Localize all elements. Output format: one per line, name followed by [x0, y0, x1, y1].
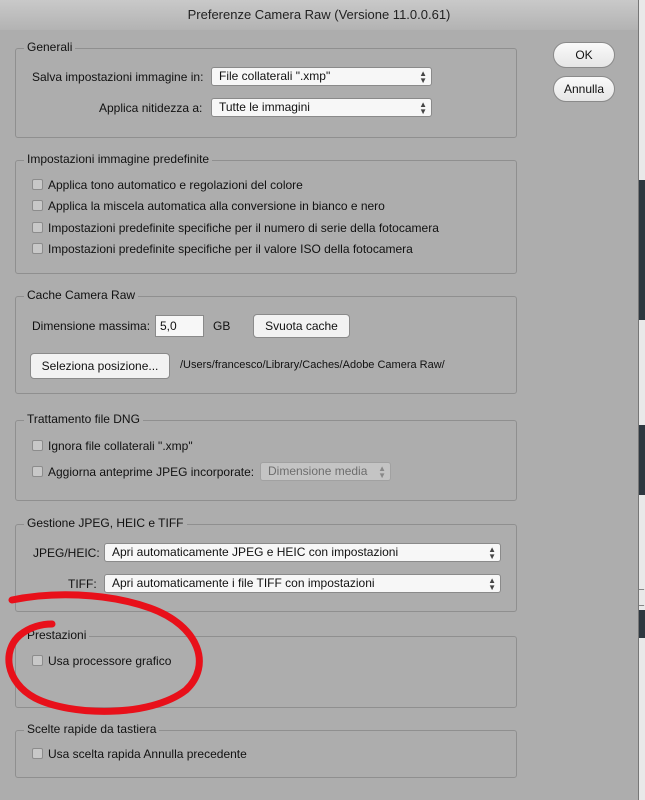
max-size-unit: GB [213, 319, 231, 333]
purge-cache-button[interactable]: Svuota cache [253, 314, 350, 338]
select-arrows-icon: ▲ ▼ [419, 69, 427, 85]
cache-group [15, 296, 517, 394]
jpeg-heic-select[interactable]: Apri automaticamente JPEG e HEIC con imp… [104, 543, 501, 562]
jpeg-tiff-group [15, 524, 517, 612]
save-settings-select[interactable]: File collaterali ".xmp" ▲ ▼ [211, 67, 432, 86]
select-arrows-icon: ▲ ▼ [488, 576, 496, 592]
performance-group [15, 636, 517, 708]
background-window-edge [638, 0, 645, 800]
camera-iso-defaults-label: Impostazioni predefinite specifiche per … [48, 242, 413, 256]
jpeg-heic-value: Apri automaticamente JPEG e HEIC con imp… [112, 545, 399, 559]
camera-iso-defaults-checkbox[interactable] [32, 243, 43, 254]
background-thumbnail [639, 180, 645, 320]
undo-shortcut-checkbox[interactable] [32, 748, 43, 759]
dng-group-title: Trattamento file DNG [24, 412, 143, 426]
ignore-sidecar-checkbox[interactable] [32, 440, 43, 451]
select-arrows-icon: ▲ ▼ [488, 545, 496, 561]
sharpen-select[interactable]: Tutte le immagini ▲ ▼ [211, 98, 432, 117]
auto-grayscale-checkbox[interactable] [32, 200, 43, 211]
preview-size-select: Dimensione media ▲ ▼ [260, 462, 391, 481]
select-arrows-icon: ▲ ▼ [378, 464, 386, 480]
performance-group-title: Prestazioni [24, 628, 90, 642]
background-thumbnail [639, 425, 645, 495]
tiff-value: Apri automaticamente i file TIFF con imp… [112, 576, 375, 590]
update-previews-label: Aggiorna anteprime JPEG incorporate: [48, 465, 255, 479]
window-title: Preferenze Camera Raw (Versione 11.0.0.6… [0, 0, 638, 31]
cache-group-title: Cache Camera Raw [24, 288, 139, 302]
preview-size-value: Dimensione media [268, 464, 368, 478]
sharpen-value: Tutte le immagini [219, 100, 310, 114]
select-location-button[interactable]: Seleziona posizione... [30, 353, 170, 379]
shortcuts-group-title: Scelte rapide da tastiera [24, 722, 160, 736]
dng-group [15, 420, 517, 501]
tiff-label: TIFF: [68, 577, 97, 591]
ignore-sidecar-label: Ignora file collaterali ".xmp" [48, 439, 193, 453]
ok-button[interactable]: OK [553, 42, 615, 68]
jpeg-heic-label: JPEG/HEIC: [33, 546, 100, 560]
general-group-title: Generali [24, 40, 76, 54]
camera-serial-defaults-label: Impostazioni predefinite specifiche per … [48, 221, 439, 235]
gpu-checkbox[interactable] [32, 655, 43, 666]
sharpen-label: Applica nitidezza a: [99, 101, 203, 115]
cancel-button[interactable]: Annulla [553, 76, 615, 102]
auto-tone-checkbox[interactable] [32, 179, 43, 190]
undo-shortcut-label: Usa scelta rapida Annulla precedente [48, 747, 247, 761]
tiff-select[interactable]: Apri automaticamente i file TIFF con imp… [104, 574, 501, 593]
select-arrows-icon: ▲ ▼ [419, 100, 427, 116]
gpu-label: Usa processore grafico [48, 654, 172, 668]
defaults-group-title: Impostazioni immagine predefinite [24, 152, 213, 166]
general-group [15, 48, 517, 138]
cache-path: /Users/francesco/Library/Caches/Adobe Ca… [180, 359, 445, 371]
max-size-label: Dimensione massima: [32, 319, 151, 333]
max-size-input[interactable]: 5,0 [155, 315, 204, 337]
auto-tone-label: Applica tono automatico e regolazioni de… [48, 178, 303, 192]
save-settings-value: File collaterali ".xmp" [219, 69, 331, 83]
jpeg-tiff-group-title: Gestione JPEG, HEIC e TIFF [24, 516, 187, 530]
background-thumbnail [639, 610, 645, 638]
background-text: _ [639, 580, 645, 590]
camera-serial-defaults-checkbox[interactable] [32, 222, 43, 233]
background-text: _ [639, 596, 645, 606]
update-previews-checkbox[interactable] [32, 466, 43, 477]
save-settings-label: Salva impostazioni immagine in: [32, 70, 204, 84]
auto-grayscale-label: Applica la miscela automatica alla conve… [48, 199, 385, 213]
